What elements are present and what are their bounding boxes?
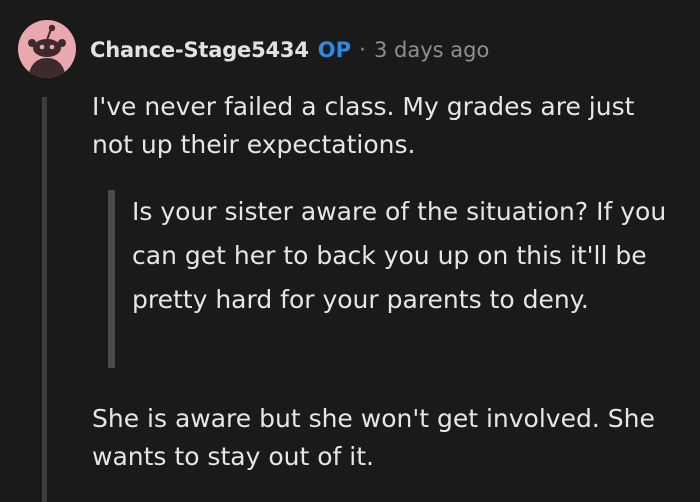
snoo-icon	[28, 24, 66, 78]
quote-bar	[108, 190, 115, 368]
comment-body-paragraph: I've never failed a class. My grades are…	[92, 92, 635, 159]
comment-timestamp[interactable]: 3 days ago	[374, 38, 489, 62]
comment-body-paragraph: She is aware but she won't get involved.…	[92, 404, 655, 471]
thread-collapse-line[interactable]	[42, 97, 47, 502]
comment: Chance-Stage5434 OP · 3 days ago I've ne…	[0, 0, 700, 502]
comment-header: Chance-Stage5434 OP · 3 days ago	[90, 33, 489, 67]
username-link[interactable]: Chance-Stage5434	[90, 38, 309, 62]
user-avatar-icon[interactable]	[18, 20, 76, 78]
quote-text: Is your sister aware of the situation? I…	[132, 197, 667, 314]
op-badge: OP	[317, 38, 351, 62]
separator-dot: ·	[359, 37, 366, 63]
blockquote: Is your sister aware of the situation? I…	[108, 190, 688, 368]
